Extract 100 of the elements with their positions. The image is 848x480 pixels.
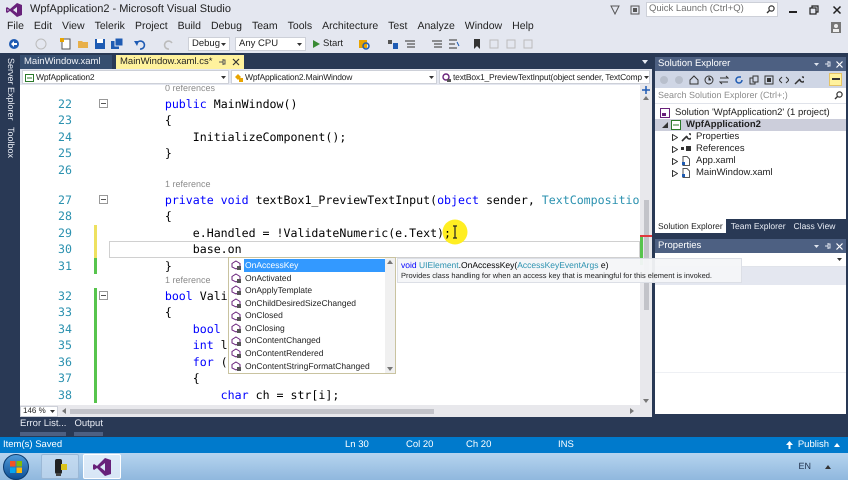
document-tab[interactable]: MainWindow.xaml bbox=[20, 55, 112, 69]
menu-item[interactable]: Edit bbox=[28, 19, 58, 35]
play-icon bbox=[313, 40, 320, 48]
search-icon[interactable] bbox=[834, 91, 843, 100]
tree-item[interactable]: MainWindow.xaml bbox=[655, 167, 846, 179]
language-indicator[interactable]: EN bbox=[798, 460, 811, 474]
search-icon[interactable] bbox=[766, 5, 775, 14]
codelens-link[interactable]: 1 reference bbox=[165, 178, 211, 192]
funnel-icon[interactable] bbox=[610, 4, 620, 14]
tree-item[interactable]: App.xaml bbox=[655, 155, 846, 167]
close-icon[interactable] bbox=[232, 58, 240, 66]
restore-icon[interactable] bbox=[809, 4, 819, 14]
scroll-up-icon[interactable] bbox=[387, 260, 393, 264]
start-button[interactable] bbox=[3, 454, 29, 480]
tray-arrow-icon[interactable] bbox=[825, 464, 831, 468]
zoom-dropdown[interactable]: 146 % bbox=[20, 406, 58, 416]
code-line: bool bbox=[192, 320, 221, 337]
comment-icon[interactable] bbox=[448, 38, 460, 50]
clock-icon[interactable] bbox=[704, 74, 714, 84]
menu-item[interactable]: Architecture bbox=[317, 19, 384, 35]
side-tab[interactable]: Server Explorer bbox=[3, 58, 17, 121]
tree-item[interactable]: References bbox=[655, 143, 846, 155]
menu-item[interactable]: Project bbox=[130, 19, 173, 35]
expanded-icon[interactable] bbox=[662, 122, 668, 128]
panel-tab[interactable]: Class View bbox=[790, 219, 838, 233]
document-tab[interactable]: MainWindow.xaml.cs* bbox=[116, 55, 244, 69]
panel-tab[interactable]: Solution Explorer bbox=[655, 219, 726, 233]
code-icon[interactable] bbox=[779, 74, 789, 84]
navigation-dropdown[interactable]: textBox1_PreviewTextInput(object sender, TextComp bbox=[439, 70, 650, 84]
new-project-icon[interactable] bbox=[60, 38, 72, 50]
quick-launch-field[interactable]: Quick Launch (Ctrl+Q) bbox=[646, 2, 778, 17]
save-all-icon[interactable] bbox=[111, 38, 123, 50]
collapse-icon[interactable] bbox=[99, 291, 108, 300]
platform-dropdown[interactable]: Any CPU bbox=[235, 37, 306, 51]
home-icon[interactable] bbox=[689, 74, 699, 84]
panel-tab[interactable]: Team Explorer bbox=[728, 219, 789, 233]
account-icon[interactable] bbox=[831, 22, 841, 32]
refresh-icon[interactable] bbox=[734, 74, 744, 84]
find-icon[interactable] bbox=[358, 38, 370, 50]
scroll-down-icon[interactable] bbox=[643, 399, 649, 403]
menu-item[interactable]: Tools bbox=[282, 19, 318, 35]
tree-item[interactable]: Properties bbox=[655, 131, 846, 143]
back-icon[interactable] bbox=[8, 38, 20, 50]
menu-item[interactable]: Window bbox=[460, 19, 508, 35]
completion-item[interactable]: OnContentRendered bbox=[244, 347, 385, 360]
copy-icon[interactable] bbox=[749, 74, 759, 84]
menu-item[interactable]: View bbox=[57, 19, 90, 35]
collapsed-icon[interactable] bbox=[672, 134, 678, 140]
configuration-dropdown[interactable]: Debug bbox=[188, 37, 230, 51]
collapse-icon[interactable] bbox=[99, 195, 108, 204]
collapsed-icon[interactable] bbox=[672, 158, 678, 164]
sync-icon[interactable] bbox=[719, 74, 729, 84]
menu-item[interactable]: Help bbox=[507, 19, 539, 35]
completion-item[interactable]: OnChildDesiredSizeChanged bbox=[244, 296, 385, 310]
start-button[interactable]: Start bbox=[311, 37, 346, 51]
menu-item[interactable]: Telerik bbox=[90, 19, 130, 35]
scroll-left-icon[interactable] bbox=[62, 408, 66, 414]
collapsed-icon[interactable] bbox=[672, 146, 678, 152]
side-tab[interactable]: Toolbox bbox=[3, 126, 17, 158]
tab-menu-icon[interactable] bbox=[642, 60, 648, 64]
completion-item[interactable]: OnClosing bbox=[244, 322, 385, 335]
undo-icon[interactable] bbox=[134, 38, 146, 50]
completion-item[interactable]: OnClosed bbox=[244, 309, 385, 322]
menu-item[interactable]: Team bbox=[246, 19, 283, 35]
list-icon[interactable] bbox=[404, 38, 416, 50]
menu-item[interactable]: Debug bbox=[206, 19, 247, 35]
completion-item[interactable]: OnContentStringFormatChanged bbox=[244, 360, 385, 372]
menu-item[interactable]: File bbox=[2, 19, 29, 35]
wrench-icon[interactable] bbox=[794, 74, 804, 84]
dropdown-icon[interactable] bbox=[814, 62, 819, 66]
scrollbar-thumb[interactable] bbox=[70, 408, 434, 414]
completion-item[interactable]: OnApplyTemplate bbox=[244, 284, 385, 297]
menu-item[interactable]: Test bbox=[383, 19, 412, 35]
split-icon[interactable] bbox=[642, 86, 650, 94]
menu-item[interactable]: Analyze bbox=[412, 19, 460, 35]
tree-item[interactable]: Solution 'WpfApplication2' (1 project) bbox=[655, 107, 846, 119]
line-number: 38 bbox=[57, 386, 72, 403]
publish-button[interactable]: Publish bbox=[786, 438, 840, 452]
completion-item[interactable]: OnContentChanged bbox=[244, 334, 385, 348]
collapse-icon[interactable] bbox=[99, 99, 108, 108]
save-icon[interactable] bbox=[94, 38, 106, 50]
search-field[interactable]: Search Solution Explorer (Ctrl+;) bbox=[655, 88, 846, 104]
scroll-up-icon[interactable] bbox=[643, 96, 649, 100]
codelens-link[interactable]: 1 reference bbox=[165, 274, 211, 288]
completion-item[interactable]: OnActivated bbox=[244, 272, 385, 284]
menu-item[interactable]: Build bbox=[172, 19, 206, 35]
scroll-down-icon[interactable] bbox=[387, 367, 393, 372]
collapsed-icon[interactable] bbox=[672, 170, 678, 176]
preview-button[interactable] bbox=[829, 73, 842, 86]
pin-icon[interactable] bbox=[218, 58, 226, 66]
navigation-dropdown[interactable]: WpfApplication2 bbox=[22, 70, 229, 84]
files-icon[interactable] bbox=[764, 74, 774, 84]
navigation-dropdown[interactable]: WpfApplication2.MainWindow bbox=[231, 70, 437, 84]
dropdown-icon[interactable] bbox=[814, 244, 819, 248]
layout-icon[interactable] bbox=[387, 38, 400, 50]
taskbar-app-button[interactable] bbox=[41, 454, 79, 479]
scroll-right-icon[interactable] bbox=[630, 408, 634, 414]
indent-icon[interactable] bbox=[431, 38, 444, 50]
close-icon[interactable] bbox=[832, 4, 842, 14]
tree-item[interactable]: WpfApplication2 bbox=[655, 119, 846, 131]
